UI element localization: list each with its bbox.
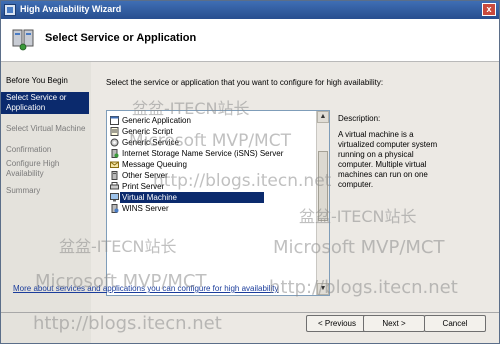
list-item-label: Message Queuing: [122, 160, 187, 169]
wizard-content: Select the service or application that y…: [96, 62, 496, 302]
step-summary: Summary: [6, 186, 41, 195]
generic-script-icon: [110, 127, 119, 136]
message-queuing-icon: [110, 161, 119, 168]
list-item-wins-server[interactable]: WINS Server: [107, 203, 315, 214]
service-application-list[interactable]: Generic Application Generic Script Gener…: [106, 110, 330, 296]
scroll-thumb[interactable]: [318, 151, 328, 221]
step-select-virtual-machine: Select Virtual Machine: [6, 124, 86, 133]
list-item-message-queuing[interactable]: Message Queuing: [107, 159, 315, 170]
page-title: Select Service or Application: [45, 32, 197, 44]
previous-button[interactable]: < Previous: [306, 315, 368, 332]
next-button[interactable]: Next >: [363, 315, 425, 332]
list-item-label: Generic Script: [122, 127, 173, 136]
close-button[interactable]: x: [482, 3, 496, 16]
wizard-app-icon: [4, 4, 16, 16]
wizard-window: High Availability Wizard x Select Servic…: [0, 0, 500, 344]
step-configure-high-availability: Configure High Availability: [6, 159, 60, 178]
scroll-up-button[interactable]: ▲: [317, 111, 329, 123]
virtual-machine-icon: [110, 193, 119, 202]
more-about-services-link[interactable]: More about services and applications you…: [13, 284, 278, 293]
instruction-text: Select the service or application that y…: [106, 78, 384, 87]
step-confirmation: Confirmation: [6, 145, 52, 154]
footer-divider: [1, 312, 499, 313]
print-server-icon: [110, 182, 119, 190]
list-scrollbar[interactable]: ▲ ▼: [316, 111, 329, 295]
description-label: Description:: [338, 114, 381, 123]
generic-service-icon: [110, 138, 119, 147]
cancel-button[interactable]: Cancel: [424, 315, 486, 332]
generic-application-icon: [110, 116, 119, 125]
other-server-icon: [111, 171, 118, 180]
list-item-generic-application[interactable]: Generic Application: [107, 115, 315, 126]
cluster-server-icon: [12, 29, 34, 51]
list-item-label: WINS Server: [122, 204, 169, 213]
wins-server-icon: [111, 204, 119, 213]
description-text: A virtual machine is a virtualized compu…: [338, 130, 438, 189]
list-item-label: Other Server: [122, 171, 168, 180]
list-item-label: Internet Storage Name Service (iSNS) Ser…: [122, 149, 284, 158]
list-item-virtual-machine[interactable]: Virtual Machine: [107, 192, 315, 203]
list-item-label: Generic Service: [122, 138, 179, 147]
step-before-you-begin[interactable]: Before You Begin: [1, 76, 89, 86]
step-select-service-or-application[interactable]: Select Service or Application: [1, 92, 89, 114]
window-title: High Availability Wizard: [20, 4, 122, 14]
list-item-generic-script[interactable]: Generic Script: [107, 126, 315, 137]
scroll-down-button[interactable]: ▼: [317, 283, 329, 295]
wizard-steps-pane: Before You Begin Select Service or Appli…: [1, 62, 91, 343]
isns-server-icon: [111, 149, 119, 158]
list-item-label: Virtual Machine: [120, 192, 264, 203]
list-item-label: Print Server: [122, 182, 165, 191]
wizard-header: Select Service or Application: [1, 19, 499, 62]
title-bar[interactable]: High Availability Wizard x: [1, 1, 499, 19]
wizard-body: Before You Begin Select Service or Appli…: [1, 62, 499, 343]
list-item-other-server[interactable]: Other Server: [107, 170, 315, 181]
list-item-label: Generic Application: [122, 116, 191, 125]
list-item-print-server[interactable]: Print Server: [107, 181, 315, 192]
list-item-isns-server[interactable]: Internet Storage Name Service (iSNS) Ser…: [107, 148, 315, 159]
list-item-generic-service[interactable]: Generic Service: [107, 137, 315, 148]
